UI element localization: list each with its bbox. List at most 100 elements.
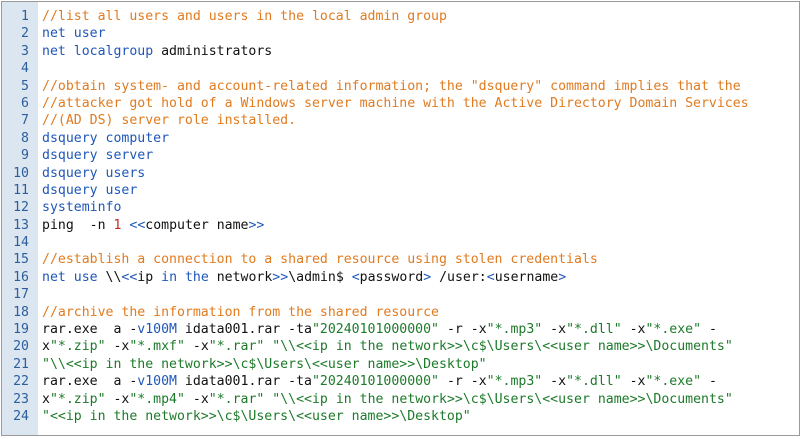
line-number: 2	[21, 26, 29, 42]
code-text: net localgroup administrators	[42, 43, 272, 60]
code-text: rar.exe a -v100M idata001.rar -ta"202401…	[42, 373, 717, 390]
line-number: 24	[13, 408, 29, 424]
line-number: 3	[21, 43, 29, 59]
plain-token: -r -x	[439, 374, 487, 390]
plain-token: username	[494, 269, 559, 285]
line-number: 23	[13, 391, 29, 407]
plain-token: -x	[621, 374, 646, 390]
code-line: 20 x"*.zip" -x"*.mxf" -x"*.rar" "\\<<ip i…	[2, 338, 799, 355]
line-number: 4	[21, 61, 29, 77]
code-text: systeminfo	[42, 199, 121, 216]
string-token: "*.mp3"	[486, 374, 543, 390]
keyword-token: dsquery users	[42, 165, 146, 181]
code-line: 3 net localgroup administrators	[2, 43, 799, 60]
code-line: 23 x"*.zip" -x"*.mp4" -x"*.rar" "\\<<ip i…	[2, 391, 799, 408]
code-line: 16 net use \\<<ip in the network>>\admin$…	[2, 269, 799, 286]
keyword-token: v100M	[137, 374, 177, 390]
comment-token: //obtain system- and account-related inf…	[42, 78, 741, 94]
code-line: 6 //attacker got hold of a Windows server…	[2, 95, 799, 112]
string-token: "*.rar"	[208, 339, 265, 355]
keyword-token: >	[423, 269, 432, 285]
code-listing: 1 //list all users and users in the local…	[1, 1, 800, 436]
string-token: "20240101000000"	[311, 374, 440, 390]
string-token: "*.exe"	[645, 322, 702, 338]
code-line: 7 //(AD DS) server role installed.	[2, 112, 799, 129]
plain-token: -x	[105, 339, 130, 355]
line-number: 10	[13, 165, 29, 181]
string-token: "*.mp4"	[129, 391, 185, 407]
code-line: 12 systeminfo	[2, 199, 799, 216]
line-number: 7	[21, 113, 29, 129]
code-line: 8 dsquery computer	[2, 130, 799, 147]
plain-token: ping -n	[42, 217, 114, 233]
string-token: "\\<<ip in the network>>\c$\Users\<<user…	[272, 339, 733, 355]
string-token: "*.mxf"	[129, 339, 185, 355]
plain-token: \admin$	[288, 269, 352, 285]
string-token: "*.zip"	[49, 339, 106, 355]
code-text: "\\<<ip in the network>>\c$\Users\<<user…	[42, 356, 487, 373]
code-line: 19 rar.exe a -v100M idata001.rar -ta"2024…	[2, 321, 799, 338]
keyword-token: dsquery computer	[42, 130, 170, 146]
code-text: dsquery user	[42, 182, 137, 199]
plain-token: -x	[542, 374, 567, 390]
plain-token: \\	[97, 269, 122, 285]
code-line: 18 //archive the information from the sha…	[2, 304, 799, 321]
string-token: "\\<<ip in the network>>\c$\Users\<<user…	[272, 391, 733, 407]
plain-token: x	[42, 391, 50, 407]
keyword-token: in the	[161, 269, 209, 285]
code-text: //list all users and users in the local …	[42, 8, 447, 25]
line-number: 18	[13, 304, 29, 320]
string-token: "\\<<ip in the network>>\c$\Users\<<user…	[42, 356, 487, 372]
plain-token: -x	[542, 322, 567, 338]
code-text: //establish a connection to a shared res…	[42, 251, 598, 268]
code-text: rar.exe a -v100M idata001.rar -ta"202401…	[42, 321, 717, 338]
keyword-token: <<	[129, 217, 146, 233]
code-text: x"*.zip" -x"*.mxf" -x"*.rar" "\\<<ip in …	[42, 338, 733, 355]
plain-token: administrators	[153, 43, 273, 59]
keyword-token: <	[486, 269, 495, 285]
line-number: 19	[13, 322, 29, 338]
string-token: "*.rar"	[208, 391, 265, 407]
keyword-token: <	[351, 269, 360, 285]
code-line: 14	[2, 234, 799, 251]
comment-token: //(AD DS) server role installed.	[42, 113, 297, 129]
code-line: 2 net user	[2, 25, 799, 42]
line-number: 8	[21, 130, 29, 146]
code-line: 15 //establish a connection to a shared r…	[2, 251, 799, 268]
line-number: 17	[13, 287, 29, 303]
code-text: //attacker got hold of a Windows server …	[42, 95, 749, 112]
keyword-token: dsquery server	[42, 148, 154, 164]
string-token: "*.mp3"	[486, 322, 543, 338]
plain-token: rar.exe a -	[42, 322, 138, 338]
keyword-token: dsquery user	[42, 182, 138, 198]
code-text: net use \\<<ip in the network>>\admin$ <…	[42, 269, 566, 286]
plain-token: computer name	[145, 217, 249, 233]
code-line: 22 rar.exe a -v100M idata001.rar -ta"2024…	[2, 373, 799, 390]
keyword-token: v100M	[137, 322, 177, 338]
code-line: 13 ping -n 1 <<computer name>>	[2, 217, 799, 234]
plain-token: -	[701, 374, 717, 390]
line-number: 12	[13, 200, 29, 216]
string-token: "*.zip"	[49, 391, 106, 407]
plain-token: /user:	[431, 269, 487, 285]
code-text: dsquery users	[42, 165, 145, 182]
code-text: //(AD DS) server role installed.	[42, 112, 296, 129]
line-number: 6	[21, 95, 29, 111]
code-text: dsquery computer	[42, 130, 169, 147]
plain-token: password	[359, 269, 424, 285]
keyword-token: systeminfo	[42, 200, 122, 216]
line-number: 15	[13, 252, 29, 268]
line-number: 16	[13, 269, 29, 285]
plain-token: -x	[184, 339, 209, 355]
code-text: dsquery server	[42, 147, 153, 164]
plain-token: rar.exe a -	[42, 374, 138, 390]
line-number: 1	[21, 9, 29, 24]
plain-token: idata001.rar -ta	[176, 374, 312, 390]
plain-token: -x	[621, 322, 646, 338]
string-token: "<<ip in the network>>\c$\Users\<<user n…	[42, 408, 471, 424]
keyword-token: net user	[42, 26, 106, 42]
code-line: 9 dsquery server	[2, 147, 799, 164]
plain-token: network	[208, 269, 273, 285]
code-text: //archive the information from the share…	[42, 304, 439, 321]
code-line: 5 //obtain system- and account-related in…	[2, 78, 799, 95]
